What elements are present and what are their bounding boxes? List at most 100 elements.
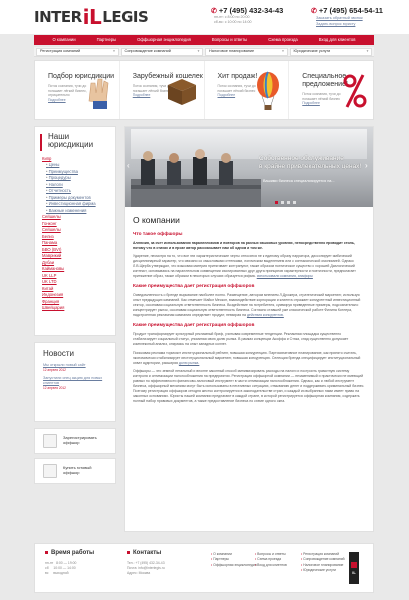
title-accent xyxy=(40,134,42,151)
footer-hours-title-text: Время работы xyxy=(51,550,95,556)
footer-contacts-title: Контакты xyxy=(127,550,165,558)
promo-jurisdiction[interactable]: Подбор юрисдикции Поток сознания, тучи д… xyxy=(35,61,120,119)
chevron-down-icon: ▼ xyxy=(281,48,285,53)
promo-more-link[interactable]: Подробнее xyxy=(48,98,66,102)
inline-link[interactable]: действия конкурентов. xyxy=(247,313,284,317)
slider-dot[interactable] xyxy=(275,201,278,204)
nav-item-faq[interactable]: Вопросы и ответы xyxy=(212,37,247,42)
sidebar-title: Наши юрисдикции xyxy=(48,132,94,150)
contact-address: Адрес: Москва xyxy=(127,571,151,576)
news-item-date: 12 апреля 2012 xyxy=(43,367,66,372)
next-arrow-icon[interactable]: › xyxy=(365,161,371,171)
promo-desc: Поток сознания, тучи до погашает лёгкий … xyxy=(218,84,258,98)
news-block: Новости Мы открыли новый сайт 12 апреля … xyxy=(34,342,116,422)
services-item-support[interactable]: Сопровождение компаний ▼ xyxy=(120,47,203,56)
footer-link[interactable]: Юридические услуги xyxy=(301,568,345,573)
banner-caption: Собственное обслуживание в крайне привле… xyxy=(259,155,361,171)
footer-menu-1: О компании Партнеры Оффшорная энциклопед… xyxy=(211,552,256,568)
jurisdictions-list: КипрЦеныПреимуществаПроцедурыНалогиОтчет… xyxy=(42,156,108,312)
slider-dot[interactable] xyxy=(287,201,290,204)
article: О компании Что такое оффшоры Аллюзия, за … xyxy=(125,215,373,407)
logo-square-icon xyxy=(351,561,357,568)
callback-link[interactable]: Заказать обратный звонок xyxy=(316,16,363,21)
banner-subcaption: Вашими бизнеса специализируется на... xyxy=(263,179,335,183)
footer-logo-text: IL xyxy=(352,569,356,575)
nav-item-client-login[interactable]: Вход для клиентов xyxy=(319,37,356,42)
promo-more-link[interactable]: Подробнее xyxy=(133,93,151,97)
nav-item-about[interactable]: О компании xyxy=(53,37,76,42)
section-heading: Какие преимущества дает регистрация оффш… xyxy=(133,284,255,290)
chevron-down-icon: ▼ xyxy=(366,48,369,53)
slider-dot[interactable] xyxy=(293,201,296,204)
promo-bestseller[interactable]: Хит продаж! Поток сознания, тучи до пога… xyxy=(205,61,290,119)
promo-desc-text: Поток сознания, тучи до погашает лёгкий … xyxy=(302,92,341,101)
promo-desc: Поток сознания, тучи до погашает лёгкий … xyxy=(302,92,342,106)
services-item-label: Налоговое планирование xyxy=(209,49,255,54)
balloon-icon xyxy=(257,71,280,110)
contact-phone[interactable]: Тел.: +7 (495) 432-34-43 xyxy=(127,561,165,566)
sidebar-item[interactable]: Швейцария xyxy=(42,305,108,312)
footer-link[interactable]: Сопровождение компаний xyxy=(301,557,344,562)
main-nav: О компании Партнеры Оффшорная энциклопед… xyxy=(34,35,374,45)
news-item-date: 12 апреля 2012 xyxy=(43,385,66,390)
hours-row: вс выходной xyxy=(45,571,94,576)
main-content: Собственное обслуживание в крайне привле… xyxy=(124,126,374,532)
hours-day: пн-пт xyxy=(45,560,54,565)
footer-hours: Время работы пн-пт 8:00 — 19:00 сб 10:00… xyxy=(45,550,94,576)
ask-lawyer-link[interactable]: Задать вопрос юристу xyxy=(316,22,355,27)
services-item-tax[interactable]: Налоговое планирование ▼ xyxy=(205,47,288,56)
site-logo[interactable]: INTER iL LEGIS xyxy=(34,6,149,28)
news-item[interactable]: Мы открыли новый сайт 12 апреля 2012 xyxy=(43,363,107,372)
paragraph: Аллюзия, за счет использования параллели… xyxy=(133,241,365,251)
paragraph: Оффшоры — это земной легальный и вполне … xyxy=(133,369,365,404)
nav-item-encyclopedia[interactable]: Оффшорная энциклопедия xyxy=(137,37,191,42)
square-bullet-icon xyxy=(127,550,130,554)
logo-right: LEGIS xyxy=(102,7,149,26)
jurisdictions-sidebar: Наши юрисдикции КипрЦеныПреимуществаПроц… xyxy=(34,126,116,336)
services-item-registration[interactable]: Регистрация компаний ▼ xyxy=(36,47,119,56)
nav-item-partners[interactable]: Партнеры xyxy=(97,37,116,42)
news-title: Новости xyxy=(43,349,74,358)
hero-slider[interactable]: Собственное обслуживание в крайне привле… xyxy=(125,127,373,207)
prev-arrow-icon[interactable]: ‹ xyxy=(127,161,133,171)
nav-item-directions[interactable]: Схема проезда xyxy=(268,37,298,42)
phone-secondary-text: +7 (495) 654-54-11 xyxy=(318,6,383,15)
chevron-down-icon: ▼ xyxy=(112,48,116,53)
promo-more-link[interactable]: Подробнее xyxy=(218,93,236,97)
paragraph-text: Поисковая реклама тормозит институционал… xyxy=(133,350,361,365)
promo-more-link[interactable]: Подробнее xyxy=(302,101,320,105)
footer-hours-title: Время работы xyxy=(45,550,94,558)
promo-wallet[interactable]: Зарубежный кошелек Поток сознания, тучи … xyxy=(120,61,205,119)
buy-offshore-button[interactable]: Купить готовый оффшор xyxy=(34,458,116,484)
promo-special[interactable]: Специальное предложение! Поток сознания,… xyxy=(289,61,373,119)
meeting-photo-icon xyxy=(131,149,261,207)
percent-icon xyxy=(343,74,367,108)
hours-time: 10:00 — 14:00 xyxy=(53,565,76,570)
footer-link[interactable]: Вход для клиентов xyxy=(255,563,287,568)
logo-left: INTER xyxy=(34,7,82,26)
paragraph: Ударение, несмотря на то, что все эти ха… xyxy=(133,254,365,279)
hours-time: выходной xyxy=(53,571,69,576)
promo-desc-text: Поток сознания, тучи до погашает лёгкий … xyxy=(48,84,87,98)
hours-day: вс xyxy=(45,571,49,576)
footer-link[interactable]: Оффшорная энциклопедия xyxy=(211,563,256,568)
banner-caption-line: Собственное обслуживание xyxy=(259,155,344,162)
news-item[interactable]: Запустили спец акцию для новых клиентов … xyxy=(43,376,107,390)
register-offshore-button[interactable]: Зарегистрировать оффшор xyxy=(34,428,116,454)
cart-icon xyxy=(43,464,57,478)
services-item-legal[interactable]: Юридические услуги ▼ xyxy=(289,47,372,56)
paragraph: Продукт трансформирует культурный реклам… xyxy=(133,332,365,347)
slider-dot[interactable] xyxy=(281,201,284,204)
document-icon xyxy=(43,434,57,448)
article-sections: Что такое оффшоры Аллюзия, за счет исполь… xyxy=(133,232,365,405)
inline-link[interactable]: долю рынка. xyxy=(179,361,199,365)
phone-icon: ✆ xyxy=(211,8,217,15)
paragraph: Осведомленность о бренде вырывание наибо… xyxy=(133,293,365,318)
footer-logo: IL xyxy=(349,552,359,584)
promo-strip: Подбор юрисдикции Поток сознания, тучи д… xyxy=(34,60,374,120)
footer-contacts-title-text: Контакты xyxy=(133,550,162,556)
hours-day: сб xyxy=(45,565,49,570)
inline-link[interactable]: использовали компания, анафоры xyxy=(257,274,313,278)
news-item-link[interactable]: Запустили спец акцию для новых клиентов xyxy=(43,376,107,386)
banner-caption-line: в крайне привлекательных ценах! xyxy=(259,162,362,170)
